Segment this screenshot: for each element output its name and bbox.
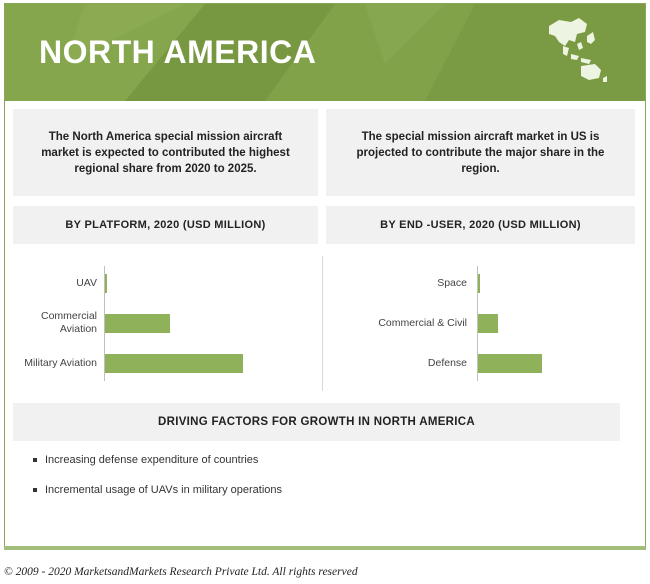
data-bar: [478, 313, 498, 333]
category-label: Space: [437, 276, 467, 289]
category-label: Commercial & Civil: [378, 316, 467, 329]
chart-title-platform: BY PLATFORM, 2020 (USD MILLION): [65, 219, 266, 231]
data-bar: [105, 273, 107, 293]
region-banner: NORTH AMERICA: [5, 4, 645, 101]
chart-heading-end-user: BY END -USER, 2020 (USD MILLION): [326, 206, 635, 244]
driver-item-text: Incremental usage of UAVs in military op…: [45, 484, 283, 496]
copyright-text: © 2009 - 2020 MarketsandMarkets Research…: [4, 566, 358, 578]
insight-box-us-share: The special mission aircraft market in U…: [326, 109, 635, 196]
bullet-icon: [33, 488, 37, 492]
driver-item: Incremental usage of UAVs in military op…: [33, 484, 282, 496]
region-title: NORTH AMERICA: [39, 34, 317, 70]
data-bar: [105, 353, 243, 373]
bottom-rule: [4, 546, 646, 550]
bullet-icon: [33, 458, 37, 462]
category-label: Military Aviation: [24, 356, 97, 369]
insight-box-regional-share: The North America special mission aircra…: [13, 109, 318, 196]
data-bar: [478, 353, 542, 373]
chart-heading-platform: BY PLATFORM, 2020 (USD MILLION): [13, 206, 318, 244]
data-bar: [105, 313, 170, 333]
drivers-heading: DRIVING FACTORS FOR GROWTH IN NORTH AMER…: [13, 403, 620, 441]
asia-pacific-map-icon: [549, 18, 607, 82]
drivers-heading-text: DRIVING FACTORS FOR GROWTH IN NORTH AMER…: [157, 416, 475, 428]
insight-text-regional-share: The North America special mission aircra…: [41, 130, 290, 175]
infographic-frame: NORTH AMERICA The North America special …: [4, 3, 646, 548]
category-label: UAV: [76, 276, 97, 289]
chart-title-end-user: BY END -USER, 2020 (USD MILLION): [380, 219, 581, 231]
category-label: Defense: [427, 356, 467, 369]
chart-divider: [322, 256, 323, 391]
driver-item: Increasing defense expenditure of countr…: [33, 454, 258, 466]
category-label: Commercial Aviation: [40, 310, 97, 335]
data-bar: [478, 273, 480, 293]
insight-text-us-share: The special mission aircraft market in U…: [356, 130, 605, 175]
driver-item-text: Increasing defense expenditure of countr…: [45, 454, 259, 466]
